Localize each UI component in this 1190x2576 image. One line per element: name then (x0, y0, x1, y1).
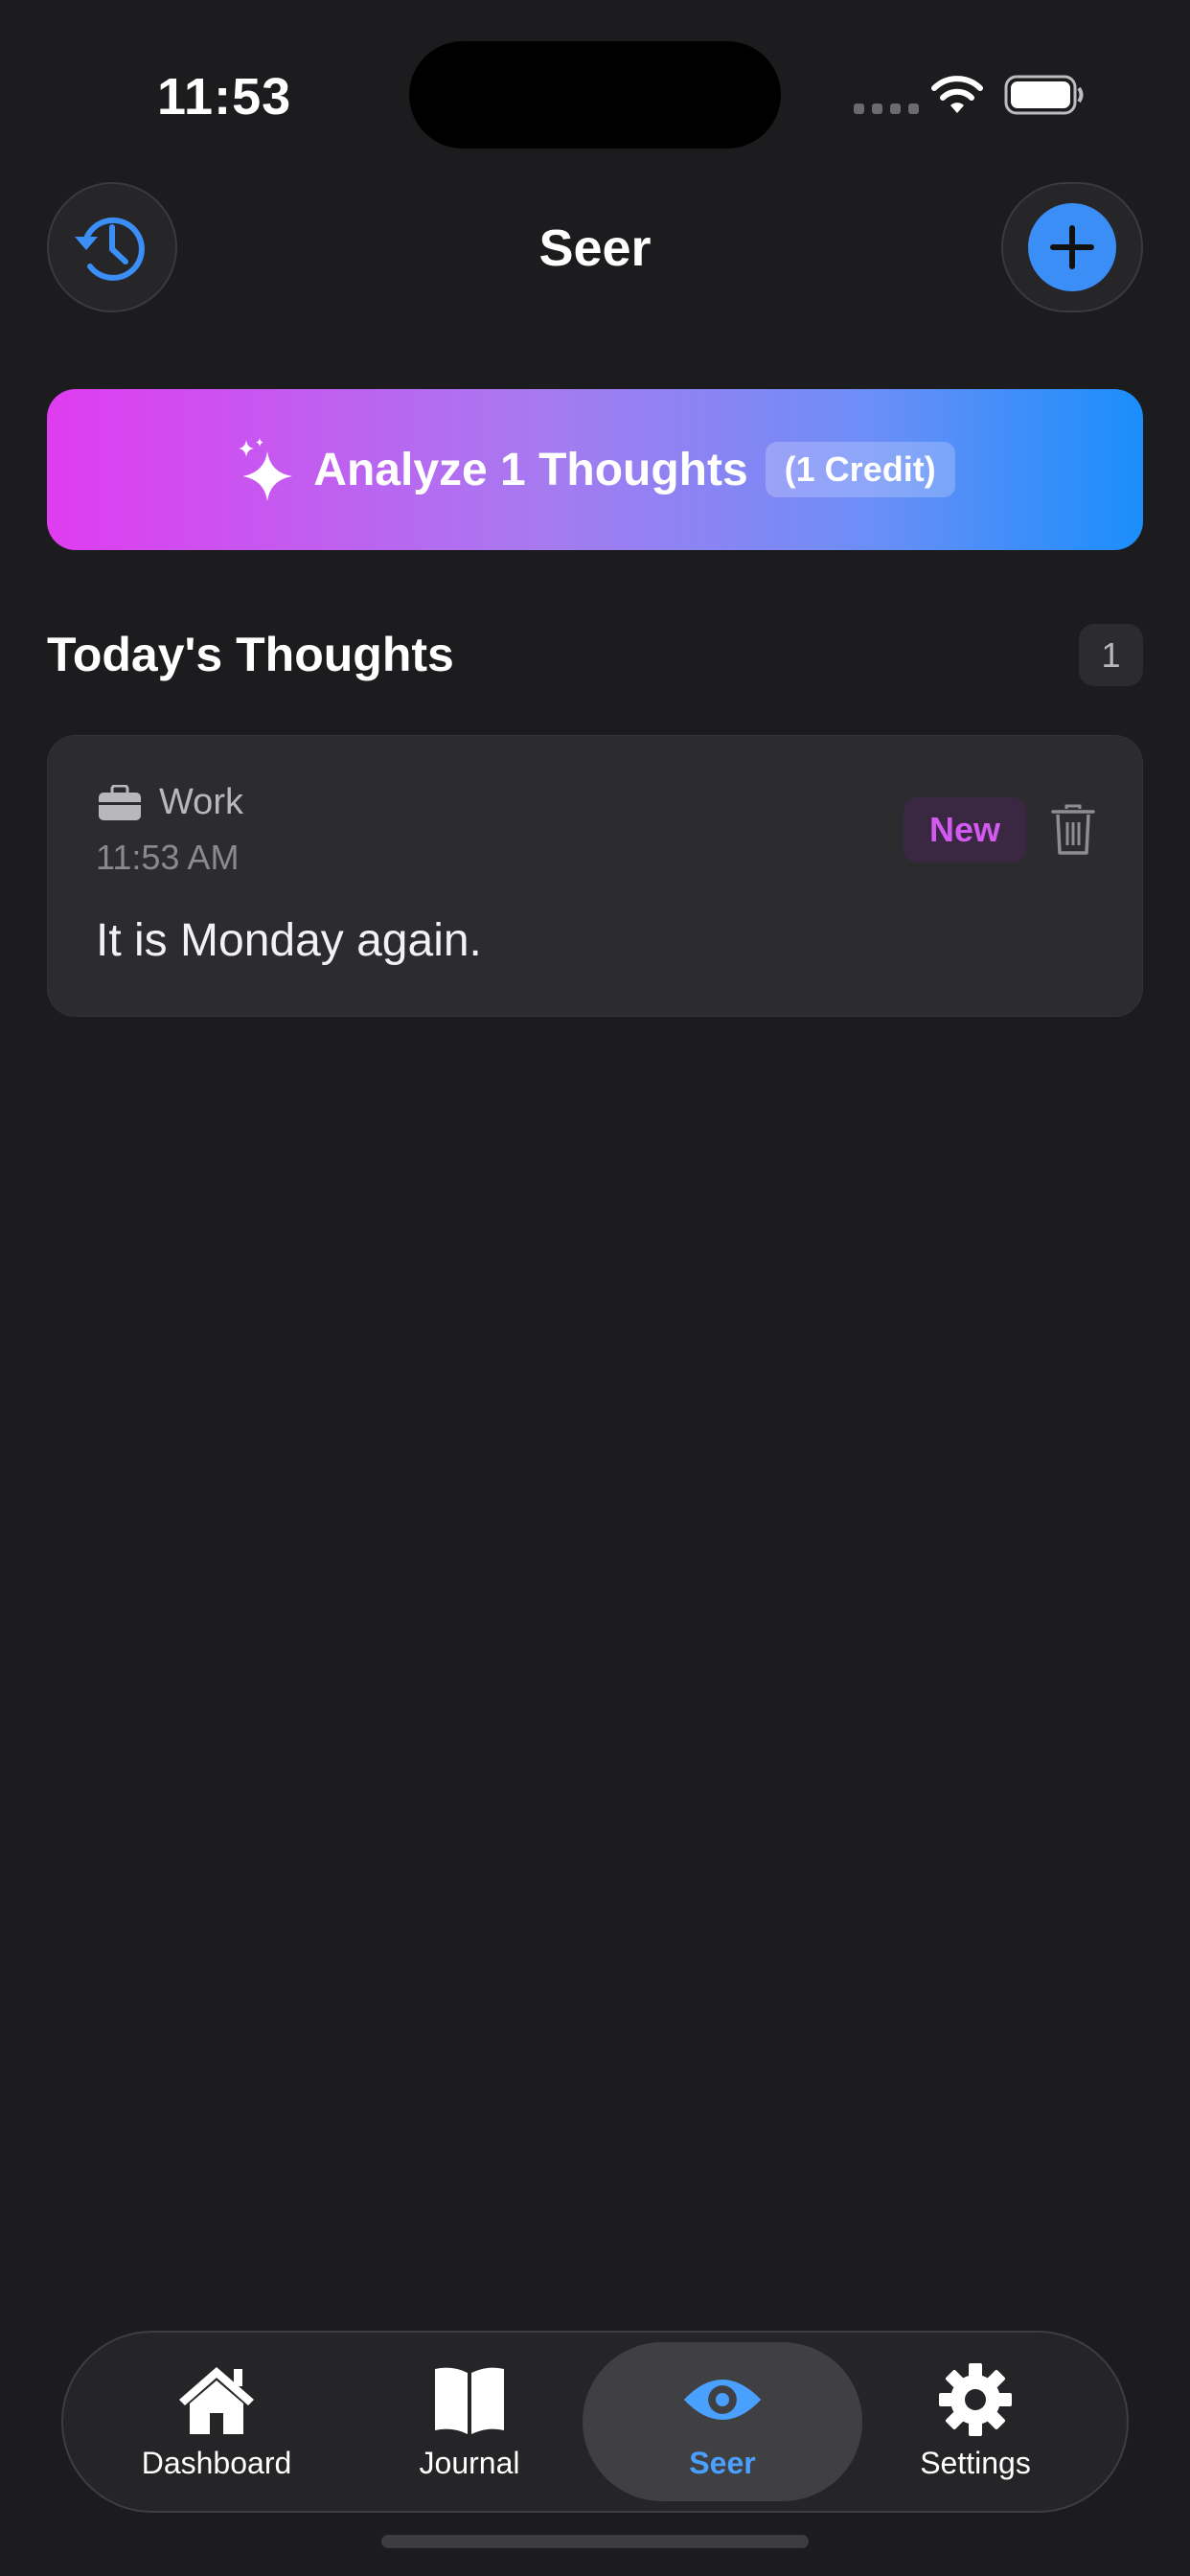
trash-icon[interactable] (1050, 803, 1096, 857)
home-indicator[interactable] (381, 2535, 809, 2548)
tab-label: Settings (920, 2445, 1031, 2480)
category-row: Work (98, 782, 243, 823)
eye-icon (683, 2379, 762, 2420)
analyze-thoughts-button[interactable]: Analyze 1 Thoughts (1 Credit) (47, 389, 1143, 550)
dynamic-island (409, 41, 781, 149)
tab-label: Dashboard (141, 2445, 292, 2480)
tab-seer[interactable]: Seer (583, 2342, 862, 2501)
credit-badge: (1 Credit) (765, 442, 955, 497)
cellular-signal-icon (854, 104, 919, 114)
category-label: Work (159, 782, 243, 822)
book-icon (435, 2367, 504, 2434)
gear-icon (939, 2362, 1012, 2436)
seer-screen: 11:53 Seer Analyze 1 Thoughts (1 Credit)… (0, 0, 1190, 2576)
section-title: Today's Thoughts (47, 628, 454, 681)
tab-label: Seer (689, 2445, 756, 2480)
thought-text: It is Monday again. (96, 915, 482, 966)
tab-dashboard[interactable]: Dashboard (77, 2342, 356, 2501)
battery-icon (1004, 75, 1084, 115)
new-badge: New (904, 797, 1026, 862)
thought-card[interactable]: Work 11:53 AM It is Monday again. New (47, 735, 1143, 1017)
tab-settings[interactable]: Settings (835, 2342, 1115, 2501)
briefcase-icon (99, 784, 141, 820)
thought-count-badge: 1 (1079, 624, 1143, 686)
tab-bar: Dashboard Journal Seer Settings (61, 2331, 1129, 2513)
status-time: 11:53 (157, 68, 292, 126)
add-thought-button[interactable] (1001, 182, 1143, 312)
sparkles-icon (239, 438, 293, 501)
house-icon (179, 2366, 254, 2434)
plus-icon (1028, 203, 1116, 291)
thought-timestamp: 11:53 AM (96, 838, 240, 877)
wifi-icon (931, 76, 983, 113)
tab-journal[interactable]: Journal (330, 2342, 609, 2501)
tab-label: Journal (419, 2445, 520, 2480)
analyze-label: Analyze 1 Thoughts (313, 444, 748, 495)
